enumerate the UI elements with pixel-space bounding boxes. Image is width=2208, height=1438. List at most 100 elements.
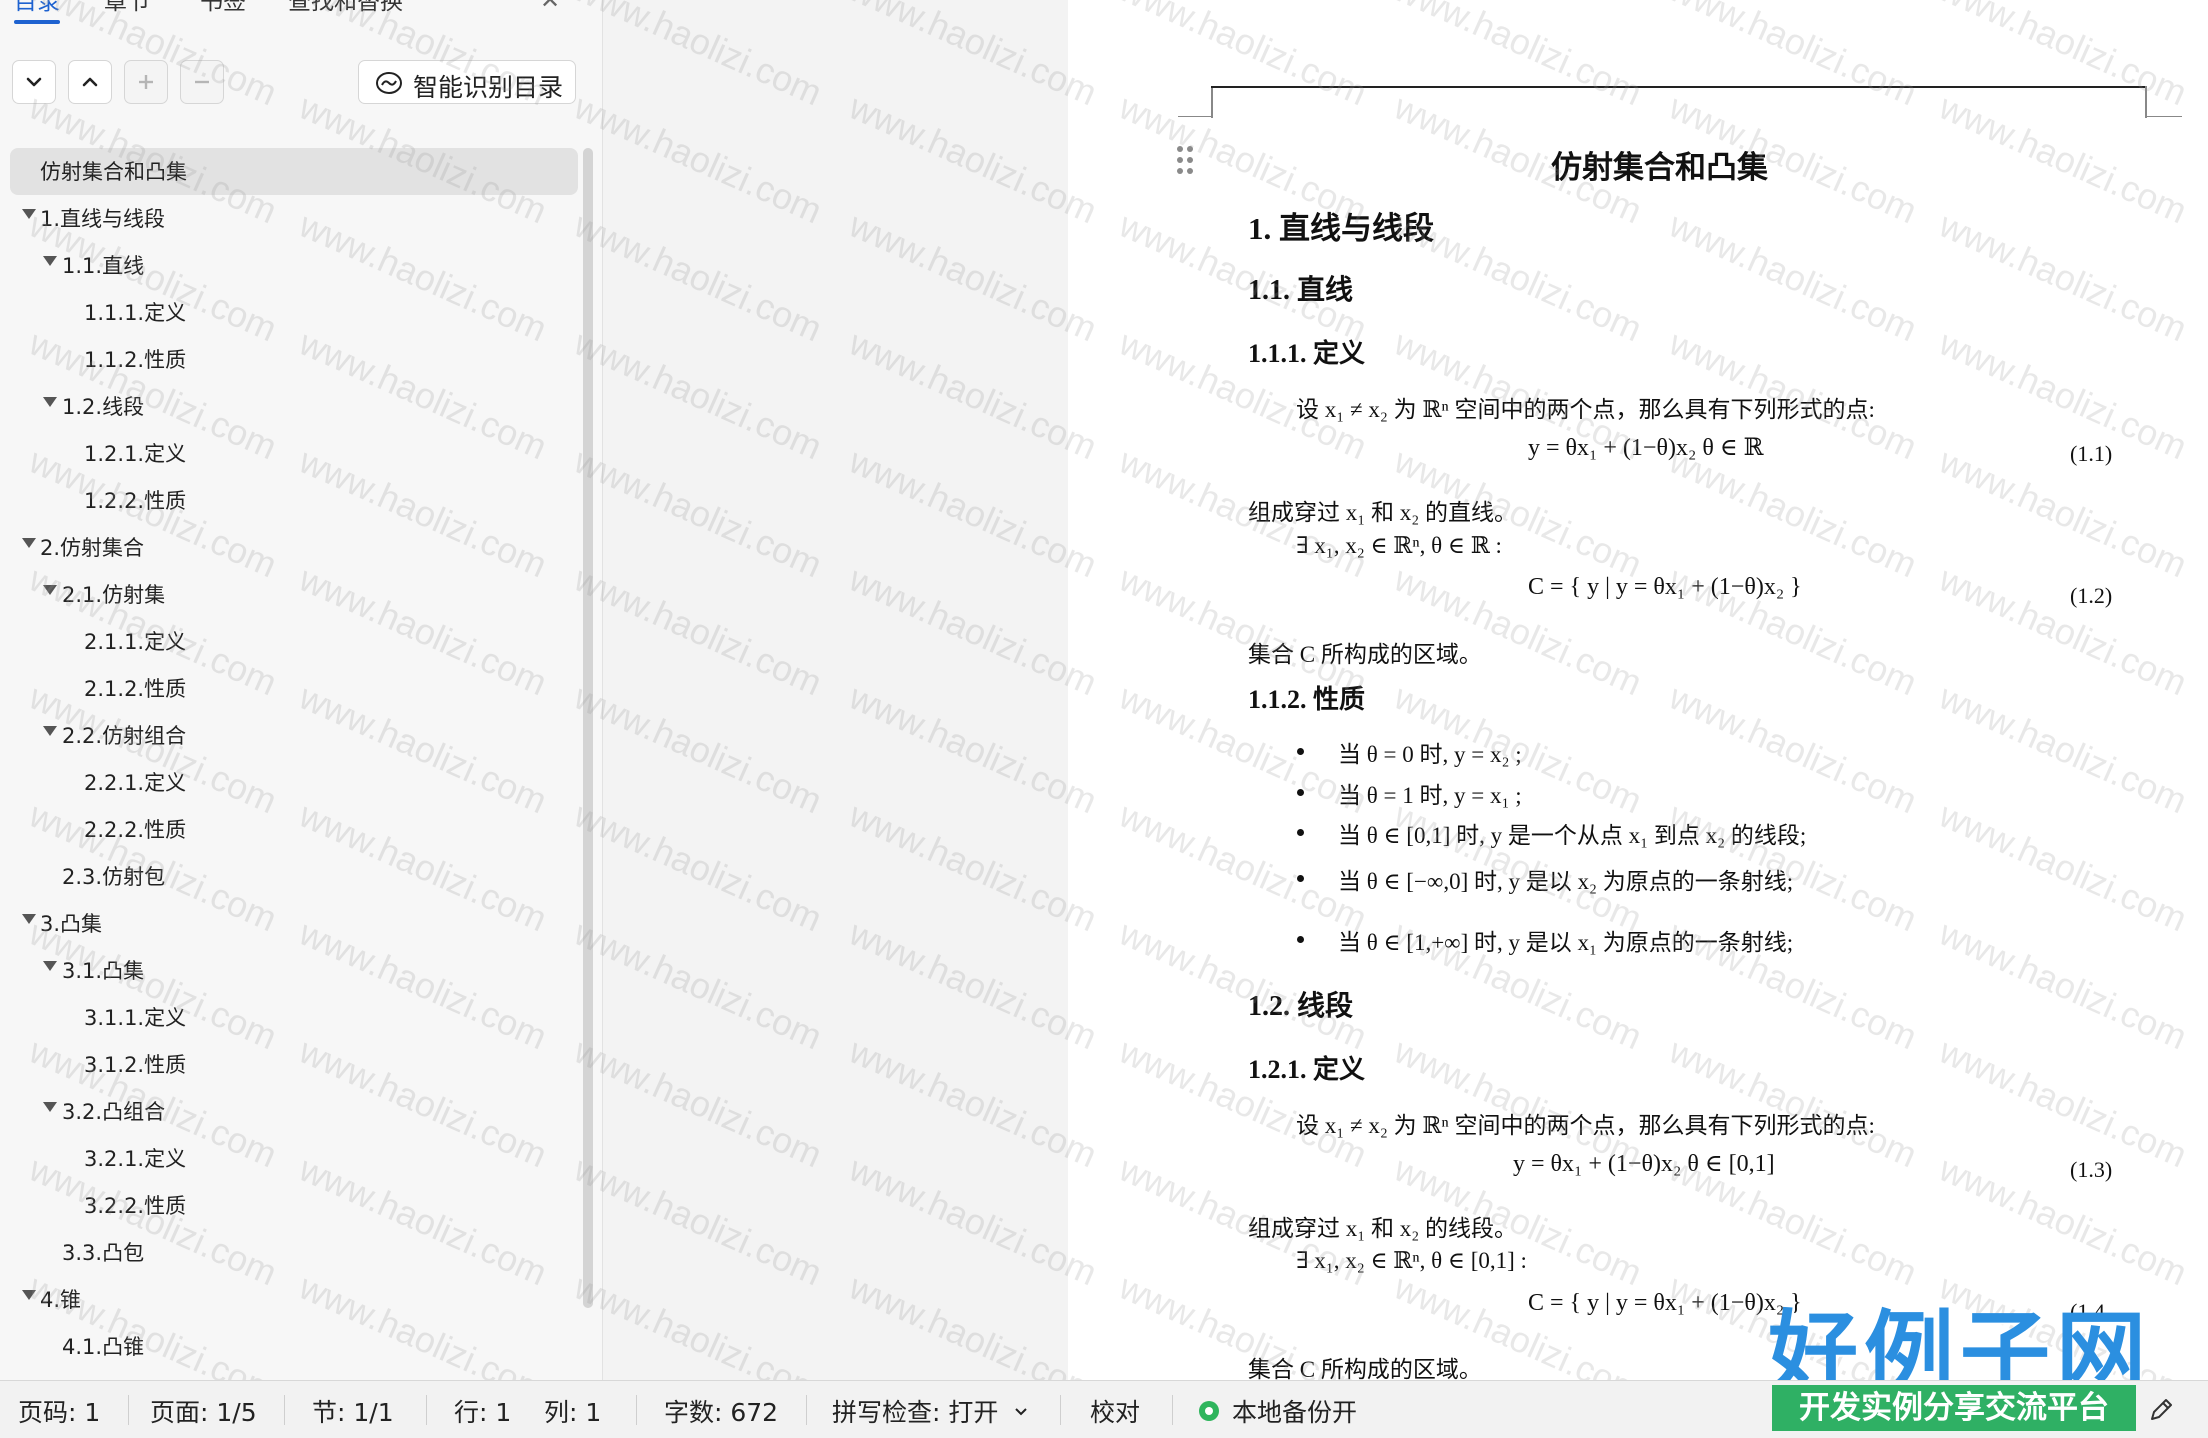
toc-item-label: 3.2.1.定义 (84, 1147, 187, 1171)
collapse-all-button[interactable] (68, 60, 112, 104)
expand-arrow-icon[interactable] (43, 397, 57, 407)
toc-item[interactable]: 1.2.2.性质 (0, 477, 580, 524)
crop-mark-right (2145, 86, 2147, 118)
paragraph: 集合 C 所构成的区域。 (1248, 642, 1482, 667)
equation: C = { y | y = θx₁ + (1−θ)x₂ } (1528, 574, 1802, 600)
heading-1-2: 1.2. 线段 (1248, 991, 1354, 1022)
toc-item-label: 2.1.2.性质 (84, 677, 187, 701)
expand-arrow-icon[interactable] (22, 914, 36, 924)
navigation-pane: 目录 章节 书签 查找和替换 ✕ 智能识别目录 仿射集合和凸集 1.直线与线段 … (0, 0, 603, 1380)
equation: C = { y | y = θx₁ + (1−θ)x₂ } (1528, 1290, 1802, 1316)
toc-scrollbar-thumb[interactable] (583, 148, 593, 1308)
toc-item-label: 2.1.1.定义 (84, 630, 187, 654)
toc-item[interactable]: 3.凸集 (0, 900, 580, 947)
toc-scrollbar[interactable] (583, 148, 593, 1308)
tab-toc[interactable]: 目录 (14, 0, 60, 24)
toc-item-label: 3.凸集 (40, 912, 103, 936)
toc-tree: 仿射集合和凸集 1.直线与线段 1.1.直线 1.1.1.定义 1.1.2.性质 1.2.… (0, 148, 580, 1370)
toc-item-label: 4.1.凸锥 (62, 1335, 145, 1359)
expand-arrow-icon[interactable] (43, 585, 57, 595)
toc-item[interactable]: 3.1.1.定义 (0, 994, 580, 1041)
expand-arrow-icon[interactable] (43, 961, 57, 971)
toc-item[interactable]: 2.1.2.性质 (0, 665, 580, 712)
toc-item[interactable]: 1.1.1.定义 (0, 289, 580, 336)
toc-item-label: 1.1.2.性质 (84, 348, 187, 372)
toc-item[interactable]: 3.1.凸集 (0, 947, 580, 994)
expand-arrow-icon[interactable] (43, 256, 57, 266)
ai-toc-icon (376, 72, 402, 94)
toc-item-label: 2.1.仿射集 (62, 583, 166, 607)
status-bar: 页码: 1 页面: 1/5 节: 1/1 行: 1 列: 1 字数: 672 拼… (0, 1380, 2208, 1438)
toc-item[interactable]: 1.1.2.性质 (0, 336, 580, 383)
expand-arrow-icon[interactable] (22, 538, 36, 548)
toc-item[interactable]: 2.2.1.定义 (0, 759, 580, 806)
toc-item[interactable]: 4.锥 (0, 1276, 580, 1323)
toc-item[interactable]: 3.3.凸包 (0, 1229, 580, 1276)
toc-item[interactable]: 2.1.1.定义 (0, 618, 580, 665)
tab-find-replace[interactable]: 查找和替换 (288, 0, 403, 16)
bullet (1297, 829, 1304, 836)
paragraph: ∃ x₁, x₂ ∈ ℝⁿ, θ ∈ [0,1] : (1296, 1248, 1527, 1273)
expand-arrow-icon[interactable] (43, 1102, 57, 1112)
smart-toc-button[interactable]: 智能识别目录 (358, 60, 576, 104)
toc-item[interactable]: 仿射集合和凸集 (10, 148, 578, 195)
promote-level-button[interactable] (124, 60, 168, 104)
bullet (1297, 875, 1304, 882)
canvas-background (603, 0, 1068, 1380)
toc-item[interactable]: 2.3.仿射包 (0, 853, 580, 900)
toc-item-label: 2.2.2.性质 (84, 818, 187, 842)
toc-item[interactable]: 1.1.直线 (0, 242, 580, 289)
toc-item-label: 1.1.1.定义 (84, 301, 187, 325)
crop-mark-left-h (1178, 116, 1213, 117)
tab-chapters[interactable]: 章节 (104, 0, 150, 16)
toc-item[interactable]: 1.直线与线段 (0, 195, 580, 242)
spell-check-toggle[interactable]: 拼写检查: 打开 (832, 1393, 998, 1429)
toc-item[interactable]: 1.2.线段 (0, 383, 580, 430)
expand-arrow-icon[interactable] (43, 726, 57, 736)
demote-level-button[interactable] (180, 60, 224, 104)
toc-item[interactable]: 3.2.1.定义 (0, 1135, 580, 1182)
section-status[interactable]: 节: 1/1 (312, 1393, 394, 1429)
pen-icon[interactable] (2146, 1395, 2176, 1425)
paragraph: 设 x₁ ≠ x₂ 为 ℝⁿ 空间中的两个点，那么具有下列形式的点: (1296, 1113, 1875, 1138)
page-status[interactable]: 页面: 1/5 (150, 1393, 257, 1429)
toc-item-label: 3.1.凸集 (62, 959, 145, 983)
toc-item-label: 1.直线与线段 (40, 207, 166, 231)
local-backup-button[interactable]: 本地备份开 (1232, 1393, 1357, 1429)
document-page[interactable]: 仿射集合和凸集 1. 直线与线段 1.1. 直线 1.1.1. 定义 设 x₁ … (1068, 0, 2208, 1380)
toc-item[interactable]: 2.1.仿射集 (0, 571, 580, 618)
toc-item[interactable]: 1.2.1.定义 (0, 430, 580, 477)
toc-item[interactable]: 2.2.2.性质 (0, 806, 580, 853)
toc-item[interactable]: 2.2.仿射组合 (0, 712, 580, 759)
toc-item[interactable]: 3.2.凸组合 (0, 1088, 580, 1135)
expand-arrow-icon[interactable] (22, 1290, 36, 1300)
toc-item[interactable]: 3.1.2.性质 (0, 1041, 580, 1088)
expand-arrow-icon[interactable] (22, 209, 36, 219)
list-item: 当 θ ∈ [1,+∞] 时, y 是以 x₁ 为原点的一条射线; (1338, 930, 1794, 955)
word-count-status[interactable]: 字数: 672 (664, 1393, 778, 1429)
plus-icon (139, 75, 153, 89)
paragraph: 组成穿过 x₁ 和 x₂ 的直线。 (1248, 500, 1518, 525)
tab-bookmarks[interactable]: 书签 (200, 0, 246, 16)
minus-icon (195, 80, 209, 84)
toc-item[interactable]: 2.仿射集合 (0, 524, 580, 571)
expand-all-button[interactable] (12, 60, 56, 104)
chevron-down-icon[interactable] (1014, 1407, 1028, 1417)
toc-item[interactable]: 3.2.2.性质 (0, 1182, 580, 1229)
equation-number: (1.2) (2070, 583, 2113, 608)
chevron-down-icon (26, 77, 42, 87)
toc-item-label: 3.1.1.定义 (84, 1006, 187, 1030)
paragraph: ∃ x₁, x₂ ∈ ℝⁿ, θ ∈ ℝ : (1296, 533, 1502, 558)
toc-item-label: 4.锥 (40, 1288, 82, 1312)
paragraph: 集合 C 所构成的区域。 (1248, 1357, 1482, 1380)
close-pane-icon[interactable]: ✕ (540, 0, 560, 14)
page-code-status[interactable]: 页码: 1 (18, 1393, 100, 1429)
equation-number: (1.3) (2070, 1157, 2113, 1182)
row-status: 行: 1 (454, 1398, 512, 1427)
equation: y = θx₁ + (1−θ)x₂ θ ∈ ℝ (1528, 435, 1764, 461)
proofread-button[interactable]: 校对 (1090, 1393, 1140, 1429)
paragraph: 设 x₁ ≠ x₂ 为 ℝⁿ 空间中的两个点，那么具有下列形式的点: (1296, 397, 1875, 422)
toc-item[interactable]: 4.1.凸锥 (0, 1323, 580, 1370)
toc-item-label: 3.2.2.性质 (84, 1194, 187, 1218)
list-item: 当 θ = 0 时, y = x₂ ; (1338, 742, 1522, 767)
